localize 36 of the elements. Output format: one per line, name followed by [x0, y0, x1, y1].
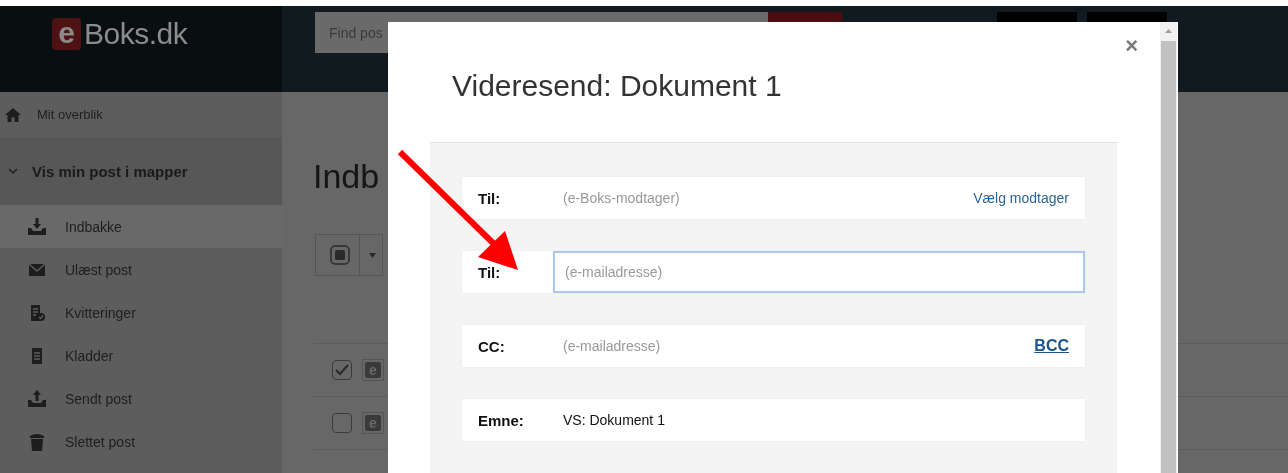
scrollbar[interactable]: [1160, 22, 1177, 473]
sidebar-item[interactable]: Slettet post: [0, 420, 282, 463]
field-label: Emne:: [478, 411, 525, 429]
sidebar-item[interactable]: Indbakke: [0, 205, 282, 248]
upload-tray-icon: [27, 389, 47, 408]
sidebar-item[interactable]: Sendt post: [0, 377, 282, 420]
form-field[interactable]: CC: (e-mailadresse) BCC: [462, 325, 1085, 367]
close-button[interactable]: ×: [1121, 34, 1142, 58]
caret-icon: [369, 252, 376, 258]
scroll-up-icon[interactable]: [1165, 29, 1172, 33]
download-tray-icon: [27, 217, 47, 236]
input-field[interactable]: (e-mailadresse): [553, 251, 1085, 293]
home-icon: [5, 107, 21, 122]
logo-badge: e: [52, 18, 81, 50]
field-label: Til:: [478, 189, 502, 207]
checkbox[interactable]: [332, 413, 352, 433]
dialog-title: Videresend: Dokument 1: [452, 68, 783, 104]
select-all-button[interactable]: [315, 234, 383, 276]
overview-link[interactable]: Mit overblik: [37, 107, 103, 122]
trash-icon: [27, 432, 47, 451]
sidebar-item[interactable]: Kladder: [0, 334, 282, 377]
folder-section-header[interactable]: Vis min post i mapper: [0, 137, 282, 205]
chevron-icon: [8, 166, 18, 176]
link[interactable]: Vælg modtager: [973, 190, 1069, 206]
field-value: VS: Dokument 1: [562, 412, 665, 428]
sidebar-item[interactable]: Kvitteringer: [0, 291, 282, 334]
field-label: Til:: [478, 263, 502, 281]
logo-text: Boks.dk: [84, 18, 188, 50]
form-field[interactable]: Emne: VS: Dokument 1: [462, 399, 1085, 441]
page-title: Indb: [313, 156, 381, 196]
field-label: CC:: [478, 337, 506, 355]
checkbox[interactable]: [332, 360, 352, 380]
form-field[interactable]: Til: (e-Boks-modtager) Vælg modtager: [462, 177, 1085, 219]
link[interactable]: BCC: [1034, 337, 1069, 355]
sidebar-item[interactable]: Ulæst post: [0, 248, 282, 291]
square-checkbox-icon: [330, 245, 350, 265]
